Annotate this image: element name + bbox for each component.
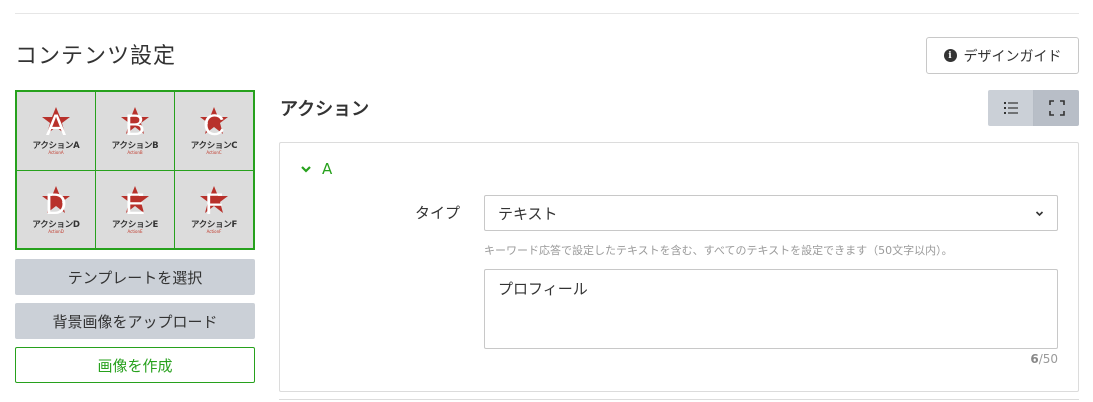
cell-letter: E — [124, 187, 145, 221]
action-section-title: アクション — [280, 99, 370, 120]
fullscreen-view-button[interactable] — [1034, 90, 1079, 126]
top-divider — [15, 13, 1079, 14]
design-guide-button[interactable]: i デザインガイド — [926, 37, 1079, 74]
template-cell-b[interactable]: B アクションB ActionB — [96, 92, 174, 170]
create-image-button[interactable]: 画像を作成 — [15, 347, 255, 383]
action-item-toggle[interactable]: A — [300, 160, 332, 178]
fullscreen-icon — [1048, 100, 1065, 116]
info-icon: i — [943, 49, 957, 62]
cell-letter: B — [124, 109, 145, 142]
cell-sublabel: ActionC — [206, 150, 222, 155]
cell-letter: D — [45, 187, 67, 221]
cell-sublabel: ActionF — [206, 228, 222, 234]
action-panel — [279, 142, 1079, 392]
cell-letter: F — [204, 187, 224, 221]
chevron-down-icon — [301, 166, 311, 173]
template-cell-e[interactable]: E アクションE ActionE — [96, 170, 174, 248]
char-count-current: 6 — [1030, 352, 1039, 366]
cell-letter: A — [45, 109, 66, 142]
char-counter: 6/50 — [1030, 352, 1058, 366]
template-cell-d[interactable]: D アクションD ActionD — [17, 170, 95, 248]
action-item-name: A — [322, 160, 333, 178]
type-select-value: テキスト — [498, 204, 558, 223]
cell-sublabel: ActionB — [127, 150, 143, 155]
upload-background-button[interactable]: 背景画像をアップロード — [15, 303, 255, 339]
list-icon — [1003, 102, 1018, 114]
text-input[interactable]: プロフィール — [484, 269, 1058, 349]
page-title: コンテンツ設定 — [15, 44, 177, 69]
type-label: タイプ — [414, 204, 460, 222]
cell-sublabel: ActionE — [127, 228, 143, 234]
template-grid: A アクションA ActionA B アクションB ActionB C アクショ… — [15, 90, 255, 250]
view-toggle — [988, 90, 1079, 126]
cell-letter: C — [203, 109, 225, 142]
cell-sublabel: ActionD — [48, 228, 64, 234]
cell-sublabel: ActionA — [48, 150, 64, 155]
template-cell-f[interactable]: F アクションF ActionF — [175, 170, 253, 248]
list-view-button[interactable] — [988, 90, 1034, 126]
type-hint: キーワード応答で設定したテキストを含む、すべてのテキストを設定できます（50文字… — [484, 244, 953, 257]
select-template-button[interactable]: テンプレートを選択 — [15, 259, 255, 295]
char-count-max: /50 — [1038, 352, 1058, 366]
type-select[interactable]: テキスト — [484, 195, 1058, 231]
template-cell-a[interactable]: A アクションA ActionA — [17, 92, 95, 170]
template-cell-c[interactable]: C アクションC ActionC — [175, 92, 253, 170]
chevron-down-icon — [1035, 210, 1044, 216]
design-guide-label: デザインガイド — [963, 47, 1062, 64]
